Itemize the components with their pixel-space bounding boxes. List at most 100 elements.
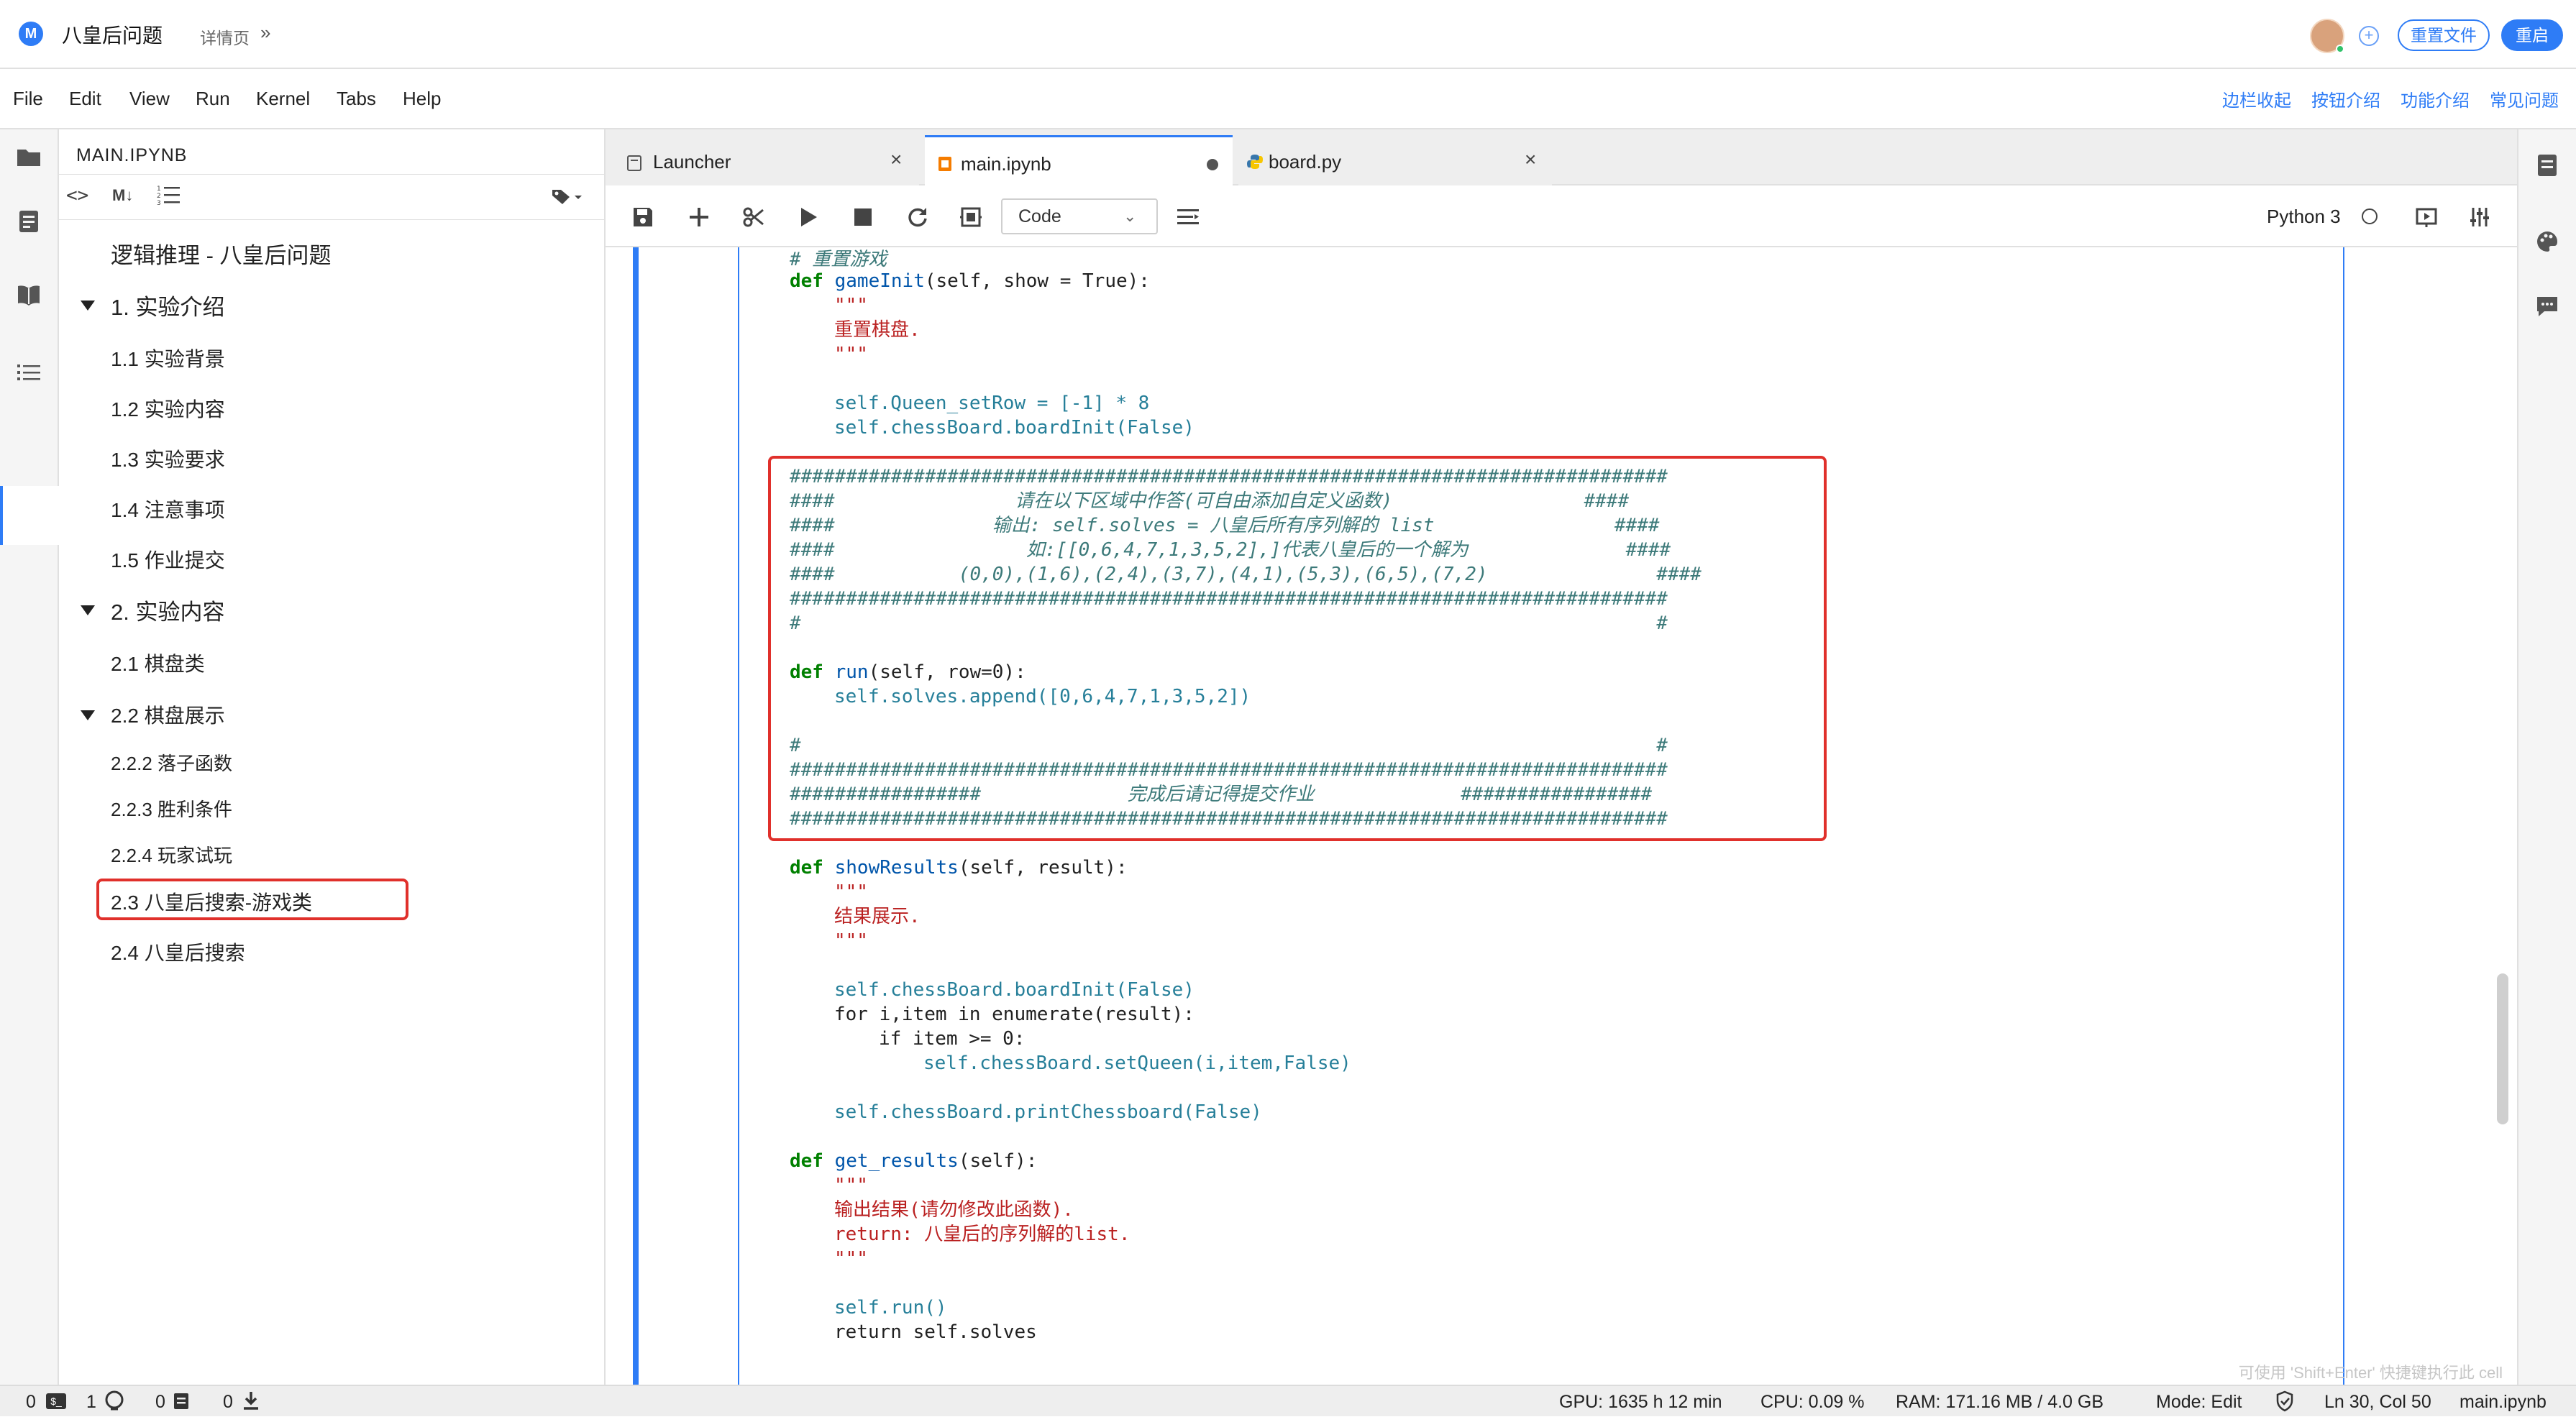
open-docs-count[interactable]: 0 <box>155 1392 165 1413</box>
save-icon[interactable] <box>629 203 657 231</box>
toc-item-1-2[interactable]: 1.2 实验内容 <box>111 394 225 423</box>
notebook-cell-area[interactable]: # 重置游戏 def gameInit(self, show = True): … <box>606 247 2517 1385</box>
gpu-usage: GPU: 1635 h 12 min <box>1559 1392 1722 1412</box>
toc-item-2-3[interactable]: 2.3 八皇后搜索-游戏类 <box>111 887 312 916</box>
tab-main-ipynb[interactable]: main.ipynb <box>925 135 1233 185</box>
settings-sliders-icon[interactable] <box>2465 203 2494 231</box>
toc-item-2-2-2[interactable]: 2.2.2 落子函数 <box>111 749 232 776</box>
menu-tabs[interactable]: Tabs <box>337 88 376 110</box>
app-title: 八皇后问题 <box>62 24 163 47</box>
launcher-icon <box>627 154 641 176</box>
toc-item-1-5[interactable]: 1.5 作业提交 <box>111 545 225 574</box>
code-toggle-icon[interactable]: <> <box>66 185 88 206</box>
app-header: M 八皇后问题 详情页 » + 重置文件 重启 <box>0 0 2576 69</box>
toc-item-2-2-4[interactable]: 2.2.4 玩家试玩 <box>111 841 232 868</box>
terminal-count[interactable]: 0 <box>26 1392 36 1413</box>
running-icon[interactable] <box>13 207 45 236</box>
run-icon[interactable] <box>794 203 823 231</box>
toc-item-section-2[interactable]: 2. 实验内容 <box>111 594 224 626</box>
menu-view[interactable]: View <box>129 88 170 110</box>
folder-icon[interactable] <box>13 142 45 171</box>
code-line: self.solves.append([0,6,4,7,1,3,5,2]) <box>834 686 1251 707</box>
restart-kernel-icon[interactable] <box>903 203 932 231</box>
kernel-icon[interactable] <box>105 1390 124 1416</box>
unsaved-dot-icon[interactable] <box>1207 159 1218 170</box>
menu-help[interactable]: Help <box>403 88 441 110</box>
code-line: #### (0,0),(1,6),(2,4),(3,7),(4,1),(5,3)… <box>790 564 1702 585</box>
code-line: ########################################… <box>790 759 1668 781</box>
cell-type-select[interactable]: Code ⌄ <box>1001 198 1158 234</box>
add-icon[interactable]: + <box>2359 26 2379 46</box>
chat-icon[interactable] <box>2531 292 2563 321</box>
toc-item-1-1[interactable]: 1.1 实验背景 <box>111 344 225 372</box>
code-line: ########################################… <box>790 466 1668 487</box>
toc-item-2-1[interactable]: 2.1 棋盘类 <box>111 648 205 677</box>
code-line: for i,item in enumerate(result): <box>834 1004 1195 1025</box>
code-line: # 重置游戏 <box>790 249 887 270</box>
book-icon[interactable] <box>13 280 45 309</box>
tab-board-py[interactable]: board.py × <box>1238 135 1552 185</box>
download-icon[interactable] <box>242 1390 260 1416</box>
menu-kernel[interactable]: Kernel <box>256 88 310 110</box>
table-of-contents-panel: MAIN.IPYNB <> M↓ 123 逻辑推理 - 八皇后问题 1. 实验介… <box>59 129 606 1385</box>
kernel-count[interactable]: 1 <box>86 1392 96 1413</box>
add-cell-icon[interactable] <box>685 203 713 231</box>
menu-run[interactable]: Run <box>196 88 230 110</box>
document-tab-bar: Launcher × main.ipynb board.py × <box>606 129 2517 185</box>
numbering-icon[interactable]: 123 <box>157 183 181 210</box>
toc-item-section-1[interactable]: 1. 实验介绍 <box>111 289 224 321</box>
code-line: #### 请在以下区域中作答(可自由添加自定义函数) #### <box>790 490 1630 512</box>
reset-file-button[interactable]: 重置文件 <box>2398 19 2490 51</box>
palette-icon[interactable] <box>2531 227 2563 256</box>
button-intro-link[interactable]: 按钮介绍 <box>2311 86 2380 111</box>
code-line: return self.solves <box>834 1321 1037 1343</box>
restart-button[interactable]: 重启 <box>2501 19 2563 51</box>
toc-item-2-2[interactable]: 2.2 棋盘展示 <box>111 700 225 729</box>
cursor-position[interactable]: Ln 30, Col 50 <box>2324 1392 2431 1413</box>
toc-item-title[interactable]: 逻辑推理 - 八皇后问题 <box>111 237 332 270</box>
terminal-icon[interactable]: $_ <box>46 1393 66 1409</box>
menu-edit[interactable]: Edit <box>69 88 101 110</box>
code-line: """ <box>834 881 868 903</box>
feature-intro-link[interactable]: 功能介绍 <box>2401 86 2470 111</box>
toc-item-1-4[interactable]: 1.4 注意事项 <box>111 495 225 523</box>
code-line: ########################################… <box>790 808 1668 830</box>
collapse-triangle-icon[interactable] <box>81 605 95 615</box>
slideshow-icon[interactable] <box>2412 203 2441 231</box>
table-of-contents-icon[interactable] <box>13 358 45 387</box>
document-icon[interactable] <box>173 1392 190 1416</box>
active-indicator <box>0 486 59 545</box>
tab-launcher[interactable]: Launcher × <box>606 135 919 185</box>
code-line: def get_results(self): <box>790 1150 1038 1172</box>
kernel-name[interactable]: Python 3 <box>2267 206 2341 228</box>
property-inspector-icon[interactable] <box>2531 151 2563 180</box>
markdown-toggle-icon[interactable]: M↓ <box>112 186 133 205</box>
breadcrumb[interactable]: 详情页 <box>200 24 250 49</box>
right-activity-bar <box>2517 129 2576 1385</box>
code-line: self.chessBoard.printChessboard(False) <box>834 1101 1262 1123</box>
code-line: """ <box>834 930 868 952</box>
toc-item-2-2-3[interactable]: 2.2.3 胜利条件 <box>111 795 232 822</box>
vertical-scrollbar[interactable] <box>2497 973 2508 1124</box>
stop-icon[interactable] <box>849 203 877 231</box>
close-icon[interactable]: × <box>1525 148 1536 171</box>
shield-icon[interactable] <box>2275 1390 2294 1417</box>
restart-run-all-icon[interactable] <box>956 203 985 231</box>
editor-mode[interactable]: Mode: Edit <box>2156 1392 2242 1413</box>
ram-usage: RAM: 171.16 MB / 4.0 GB <box>1896 1392 2104 1412</box>
toc-item-1-3[interactable]: 1.3 实验要求 <box>111 444 225 473</box>
collapse-triangle-icon[interactable] <box>81 710 95 720</box>
download-count[interactable]: 0 <box>223 1392 233 1413</box>
cut-icon[interactable] <box>739 203 768 231</box>
faq-link[interactable]: 常见问题 <box>2490 86 2559 111</box>
breadcrumb-expand-icon[interactable]: » <box>260 22 270 44</box>
close-icon[interactable]: × <box>890 148 902 171</box>
code-line: # # <box>790 735 1668 756</box>
menu-file[interactable]: File <box>13 88 43 110</box>
code-line: #### 输出: self.solves = 八皇后所有序列解的 list ##… <box>790 515 1660 536</box>
collapse-triangle-icon[interactable] <box>81 301 95 311</box>
property-inspector-icon[interactable] <box>1174 203 1202 231</box>
toc-item-2-4[interactable]: 2.4 八皇后搜索 <box>111 937 245 966</box>
tag-filter-icon[interactable] <box>551 188 584 210</box>
collapse-sidebar-link[interactable]: 边栏收起 <box>2222 86 2291 111</box>
